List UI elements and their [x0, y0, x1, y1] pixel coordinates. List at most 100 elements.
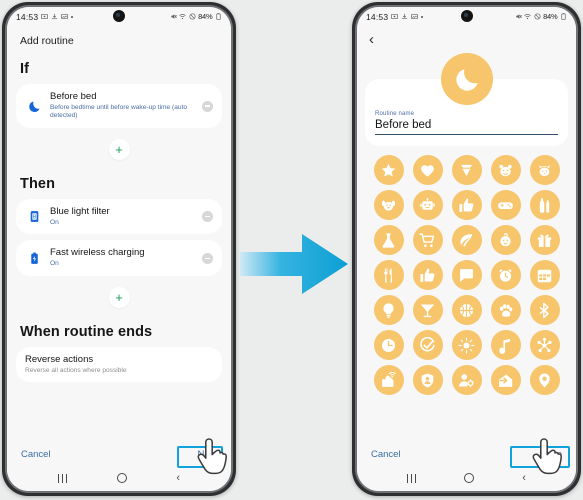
grid-icon-alarm-clock[interactable] [490, 260, 521, 291]
grid-icon-sun[interactable] [451, 330, 482, 361]
wifi-icon [524, 14, 531, 20]
right-status-bar: 14:53 84% [357, 7, 576, 26]
grid-icon-molecule[interactable] [529, 330, 560, 361]
grid-icon-paw[interactable] [490, 295, 521, 326]
icon-picker-grid[interactable] [357, 146, 576, 443]
gallery-icon [61, 13, 69, 20]
cancel-button[interactable]: Cancel [371, 449, 401, 460]
grid-icon-cutlery[interactable] [373, 260, 404, 291]
if-card-subtitle: Before bedtime until before wake-up time… [50, 103, 188, 120]
cancel-button[interactable]: Cancel [21, 449, 51, 460]
grid-icon-diamond[interactable] [451, 155, 482, 186]
download-icon [52, 13, 58, 20]
routine-header: Routine name Before bed [357, 49, 576, 147]
remove-icon[interactable] [202, 100, 213, 112]
add-condition-row: + [16, 134, 222, 168]
grid-icon-heart[interactable] [412, 155, 443, 186]
mute-icon [515, 14, 522, 19]
remove-icon[interactable] [202, 252, 213, 264]
grid-icon-gamepad[interactable] [490, 190, 521, 221]
back-button[interactable]: ‹ [357, 26, 576, 49]
add-action-row: + [16, 282, 222, 316]
grid-icon-clock[interactable] [373, 330, 404, 361]
grid-icon-baby-face[interactable] [490, 225, 521, 256]
grid-icon-cat-face[interactable] [529, 155, 560, 186]
if-condition-card[interactable]: Before bed Before bedtime until before w… [16, 84, 222, 128]
grid-icon-robot[interactable] [412, 190, 443, 221]
grid-icon-lightbulb[interactable] [373, 295, 404, 326]
status-time: 14:53 [16, 11, 39, 22]
grid-icon-bear-face[interactable] [490, 155, 521, 186]
wifi-icon [179, 14, 186, 20]
left-phone-device: 14:53 84% Add routine If Before bed Befo… [2, 2, 236, 496]
then-action-card-2[interactable]: Fast wireless charging On [16, 240, 222, 276]
grid-icon-smart-home[interactable] [373, 365, 404, 396]
then-card-2-subtitle: On [50, 260, 59, 268]
mute-icon [170, 14, 177, 19]
status-right-group: 84% [170, 12, 222, 21]
fast-wireless-charging-icon [25, 252, 43, 265]
grid-icon-location-pin[interactable] [529, 365, 560, 396]
dot-icon [421, 15, 424, 18]
then-card-1-subtitle: On [50, 218, 59, 226]
recents-icon[interactable] [57, 473, 67, 483]
home-icon[interactable] [464, 473, 475, 483]
reverse-actions-subtitle: Reverse all actions where possible [25, 366, 127, 374]
grid-icon-shopping-cart[interactable] [412, 225, 443, 256]
grid-icon-gift[interactable] [529, 225, 560, 256]
if-card-body: Before bed Before bedtime until before w… [50, 91, 196, 121]
grid-icon-person-badge[interactable] [412, 365, 443, 396]
grid-icon-person-settings[interactable] [451, 365, 482, 396]
right-phone-screen: 14:53 84% ‹ Routine name Before bed Canc… [357, 7, 576, 491]
reverse-actions-card[interactable]: Reverse actions Reverse all actions wher… [16, 346, 222, 383]
battery-icon [561, 13, 566, 20]
section-heading-then: Then [20, 176, 56, 192]
battery-percent: 84% [543, 12, 558, 21]
home-icon[interactable] [116, 473, 127, 483]
routine-hero-icon[interactable] [440, 53, 493, 105]
recents-icon[interactable] [407, 473, 417, 483]
routine-scroll-area[interactable]: If Before bed Before bedtime until befor… [7, 53, 231, 443]
grid-icon-thumbs-up[interactable] [451, 190, 482, 221]
grid-icon-bottles[interactable] [529, 190, 560, 221]
add-condition-button[interactable]: + [108, 139, 130, 160]
download-icon [402, 13, 408, 20]
status-time: 14:53 [366, 11, 389, 22]
routine-icon-picker-app: ‹ Routine name Before bed Cancel ‹ [357, 26, 576, 491]
then-card-2-body: Fast wireless charging On [50, 247, 196, 268]
routine-name-input[interactable]: Before bed [375, 119, 558, 134]
grid-icon-star[interactable] [373, 155, 404, 186]
grid-icon-thumbs-up-filled[interactable] [412, 260, 443, 291]
grid-icon-enter-home[interactable] [490, 365, 521, 396]
if-card-title: Before bed [50, 91, 97, 102]
grid-icon-flask[interactable] [373, 225, 404, 256]
grid-icon-leaf[interactable] [451, 225, 482, 256]
page-title: Add routine [20, 35, 74, 47]
grid-icon-bluetooth[interactable] [529, 295, 560, 326]
remove-icon[interactable] [202, 211, 213, 223]
screenshot-icon [391, 13, 399, 20]
back-icon[interactable]: ‹ [522, 472, 526, 484]
grid-icon-chat-bubble[interactable] [451, 260, 482, 291]
add-routine-app: Add routine If Before bed Before bedtime… [7, 26, 231, 491]
grid-icon-check-circle[interactable] [412, 330, 443, 361]
left-phone-screen: 14:53 84% Add routine If Before bed Befo… [7, 7, 231, 491]
battery-icon [216, 13, 221, 20]
grid-icon-calendar[interactable] [529, 260, 560, 291]
add-action-button[interactable]: + [108, 286, 130, 308]
front-camera-notch [113, 10, 125, 22]
back-icon[interactable]: ‹ [176, 472, 180, 484]
then-card-1-title: Blue light filter [50, 206, 110, 217]
grid-icon-basketball[interactable] [451, 295, 482, 326]
grid-icon-cocktail[interactable] [412, 295, 443, 326]
moon-icon [25, 99, 43, 114]
front-camera-notch [460, 10, 473, 22]
right-phone-device: 14:53 84% ‹ Routine name Before bed Canc… [352, 2, 581, 496]
then-action-card-1[interactable]: B Blue light filter On [16, 199, 222, 235]
reverse-actions-title: Reverse actions [25, 353, 94, 365]
status-right-group: 84% [515, 12, 567, 21]
grid-icon-music-note[interactable] [490, 330, 521, 361]
grid-icon-dog-face[interactable] [373, 190, 404, 221]
screenshot-stage: 14:53 84% Add routine If Before bed Befo… [0, 0, 583, 500]
routine-name-label: Routine name [375, 111, 415, 117]
